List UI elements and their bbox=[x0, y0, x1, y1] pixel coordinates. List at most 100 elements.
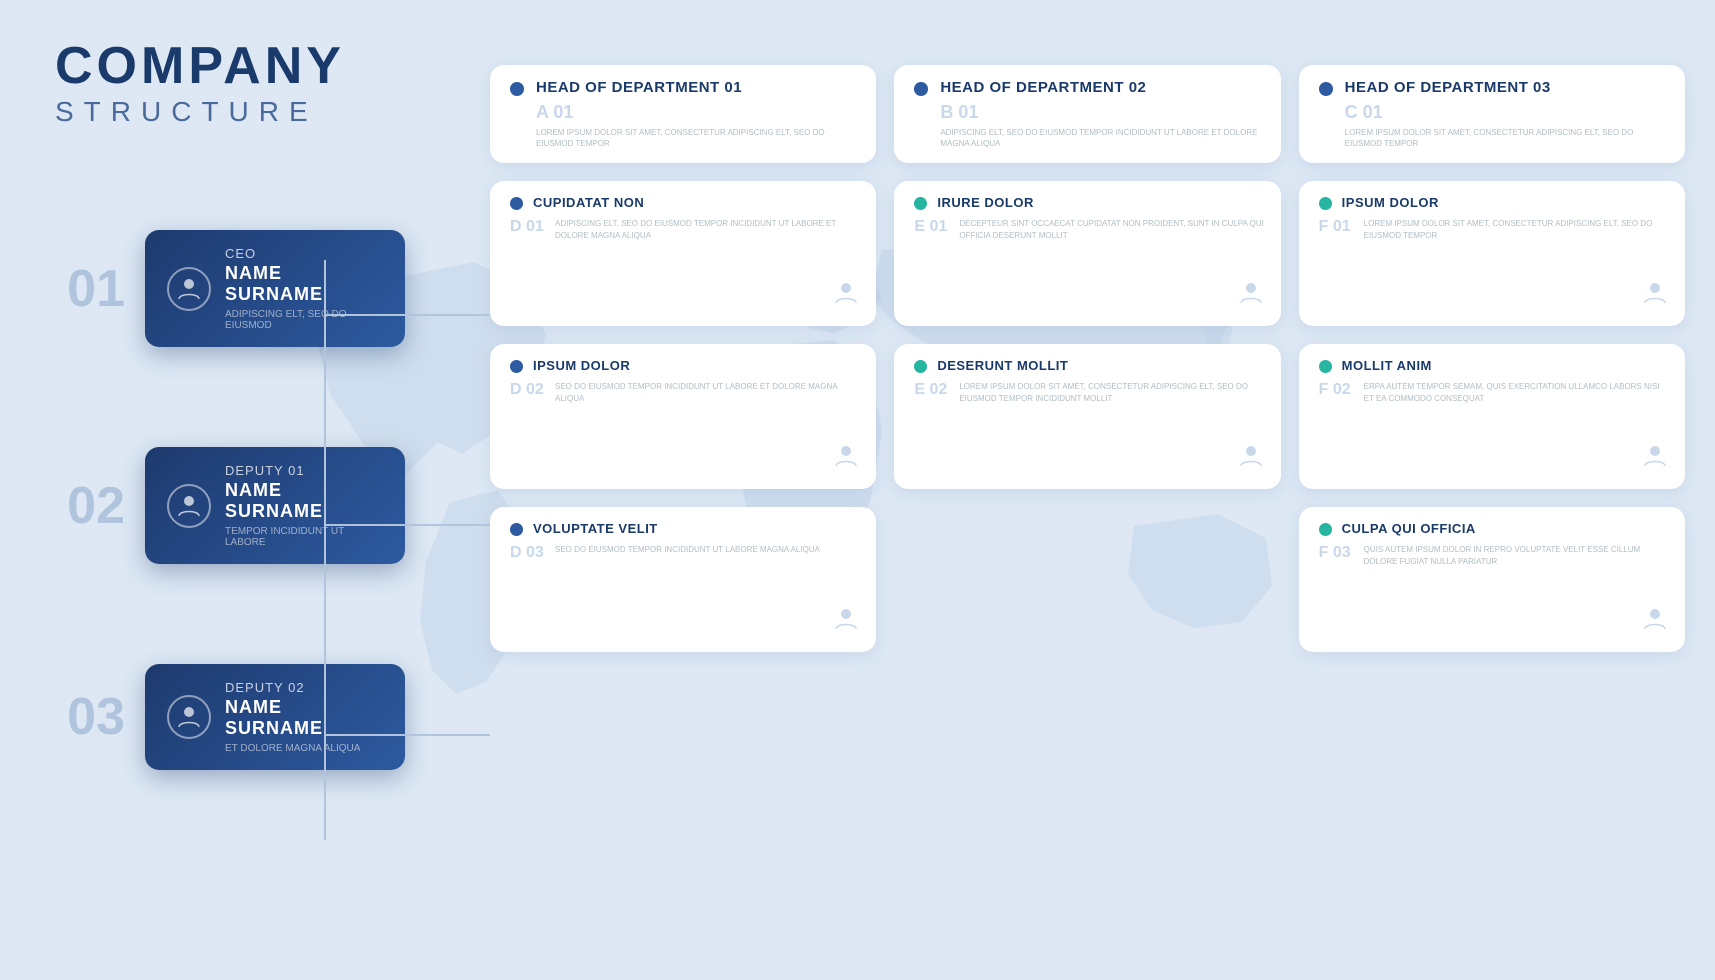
ceo-info: CEO NAME SURNAME ADIPISCING ELT, SEO DO … bbox=[225, 246, 383, 331]
level-number-03: 03 bbox=[55, 691, 125, 743]
dept-dot-03 bbox=[1319, 82, 1333, 96]
dept-header-text-03: LOREM IPSUM DOLOR SIT AMET, CONSECTETUR … bbox=[1345, 127, 1669, 149]
sub-card-code-d03: D 03 bbox=[510, 544, 545, 638]
sub-card-f01: IPSUM DOLOR F 01 LOREM IPSUM DOLOR SIT A… bbox=[1299, 181, 1685, 326]
sub-card-text-f02: ERPA AUTEM TEMPOR SEMAM, QUIS EXERCITATI… bbox=[1364, 381, 1669, 475]
dept-header-card-02: Head of Department 02 B 01 ADIPISCING EL… bbox=[894, 65, 1280, 163]
title-block: COMPANY STRUCTURE bbox=[55, 40, 345, 128]
person-card-ceo: CEO NAME SURNAME ADIPISCING ELT, SEO DO … bbox=[145, 230, 405, 347]
sub-card-code-d01: D 01 bbox=[510, 218, 545, 312]
sub-card-e01-header: IRURE DOLOR bbox=[914, 195, 1264, 210]
sub-card-body-d01: D 01 ADIPISCING ELT, SEO DO EIUSMOD TEMP… bbox=[510, 218, 860, 312]
dept-header-code-01: A 01 bbox=[536, 102, 860, 123]
sub-card-title-e01: IRURE DOLOR bbox=[937, 195, 1034, 210]
sub-card-f03: CULPA QUI OFFICIA F 03 QUIS AUTEM IPSUM … bbox=[1299, 507, 1685, 652]
level-number-02: 02 bbox=[55, 480, 125, 532]
sub-card-text-f01: LOREM IPSUM DOLOR SIT AMET, CONSECTETUR … bbox=[1364, 218, 1669, 312]
sub-card-avatar-f01 bbox=[1641, 279, 1669, 314]
deputy02-avatar bbox=[167, 695, 211, 739]
dept-header-text-02: ADIPISCING ELT, SEO DO EIUSMOD TEMPOR IN… bbox=[940, 127, 1264, 149]
sub-card-body-f03: F 03 QUIS AUTEM IPSUM DOLOR IN REPRO VOL… bbox=[1319, 544, 1669, 638]
sub-card-title-d02: IPSUM DOLOR bbox=[533, 358, 630, 373]
deputy02-name: NAME SURNAME bbox=[225, 697, 383, 739]
hierarchy-column: 01 CEO NAME SURNAME ADIPISCING ELT, SEO … bbox=[55, 230, 405, 788]
sub-card-d03: VOLUPTATE VELIT D 03 SEO DO EIUSMOD TEMP… bbox=[490, 507, 876, 652]
sub-card-body-d02: D 02 SEO DO EIUSMOD TEMPOR INCIDIDUNT UT… bbox=[510, 381, 860, 475]
sub-card-text-d03: SEO DO EIUSMOD TEMPOR INCIDIDUNT UT LABO… bbox=[555, 544, 860, 638]
deputy01-sub: TEMPOR INCIDIDUNT UT LABORE bbox=[225, 526, 383, 548]
deputy02-sub: ET DOLORE MAGNA ALIQUA bbox=[225, 743, 383, 754]
sub-card-code-d02: D 02 bbox=[510, 381, 545, 475]
sub-card-title-d01: CUPIDATAT NON bbox=[533, 195, 644, 210]
deputy01-role: Deputy 01 bbox=[225, 463, 383, 478]
title-company: COMPANY bbox=[55, 40, 345, 92]
level-block-02: 02 Deputy 01 NAME SURNAME TEMPOR INCIDID… bbox=[55, 447, 405, 564]
dept-header-code-02: B 01 bbox=[940, 102, 1264, 123]
sub-card-code-e01: E 01 bbox=[914, 218, 949, 312]
sub-card-f01-header: IPSUM DOLOR bbox=[1319, 195, 1669, 210]
sub-card-avatar-d03 bbox=[832, 605, 860, 640]
sub-card-text-d01: ADIPISCING ELT, SEO DO EIUSMOD TEMPOR IN… bbox=[555, 218, 860, 312]
sub-card-e01: IRURE DOLOR E 01 DECEPTEUR SINT OCCAECAT… bbox=[894, 181, 1280, 326]
ceo-sub: ADIPISCING ELT, SEO DO EIUSMOD bbox=[225, 309, 383, 331]
sub-card-avatar-e01 bbox=[1237, 279, 1265, 314]
sub-card-body-f01: F 01 LOREM IPSUM DOLOR SIT AMET, CONSECT… bbox=[1319, 218, 1669, 312]
sub-card-code-f03: F 03 bbox=[1319, 544, 1354, 638]
dept-header-content-02: Head of Department 02 B 01 ADIPISCING EL… bbox=[940, 79, 1264, 149]
deputy01-avatar bbox=[167, 484, 211, 528]
main-container: COMPANY STRUCTURE 01 CEO NAME SURNAME AD… bbox=[0, 0, 1715, 980]
sub-card-avatar-d02 bbox=[832, 442, 860, 477]
person-card-deputy01: Deputy 01 NAME SURNAME TEMPOR INCIDIDUNT… bbox=[145, 447, 405, 564]
sub-card-avatar-e02 bbox=[1237, 442, 1265, 477]
sub-card-body-e02: E 02 LOREM IPSUM DOLOR SIT AMET, CONSECT… bbox=[914, 381, 1264, 475]
sub-card-dot-e02 bbox=[914, 360, 927, 373]
sub-card-e03-empty bbox=[894, 507, 1280, 652]
dept-header-content-01: Head of Department 01 A 01 LOREM IPSUM D… bbox=[536, 79, 860, 149]
dept-headers-row: Head of Department 01 A 01 LOREM IPSUM D… bbox=[490, 65, 1685, 163]
sub-card-title-f02: MOLLIT ANIM bbox=[1342, 358, 1432, 373]
sub-card-code-f02: F 02 bbox=[1319, 381, 1354, 475]
sub-cards-row-2: IPSUM DOLOR D 02 SEO DO EIUSMOD TEMPOR I… bbox=[490, 344, 1685, 489]
deputy02-role: Deputy 02 bbox=[225, 680, 383, 695]
sub-card-avatar-f03 bbox=[1641, 605, 1669, 640]
sub-card-d01-header: CUPIDATAT NON bbox=[510, 195, 860, 210]
sub-card-e02: DESERUNT MOLLIT E 02 LOREM IPSUM DOLOR S… bbox=[894, 344, 1280, 489]
sub-card-text-d02: SEO DO EIUSMOD TEMPOR INCIDIDUNT UT LABO… bbox=[555, 381, 860, 475]
sub-cards-row-3: VOLUPTATE VELIT D 03 SEO DO EIUSMOD TEMP… bbox=[490, 507, 1685, 652]
sub-card-d01: CUPIDATAT NON D 01 ADIPISCING ELT, SEO D… bbox=[490, 181, 876, 326]
sub-card-code-e02: E 02 bbox=[914, 381, 949, 475]
dept-header-card-03: Head of Department 03 C 01 LOREM IPSUM D… bbox=[1299, 65, 1685, 163]
sub-card-dot-f03 bbox=[1319, 523, 1332, 536]
sub-card-dot-f02 bbox=[1319, 360, 1332, 373]
person-card-deputy02: Deputy 02 NAME SURNAME ET DOLORE MAGNA A… bbox=[145, 664, 405, 770]
sub-card-f03-header: CULPA QUI OFFICIA bbox=[1319, 521, 1669, 536]
sub-card-avatar-d01 bbox=[832, 279, 860, 314]
sub-card-e02-header: DESERUNT MOLLIT bbox=[914, 358, 1264, 373]
sub-card-title-f03: CULPA QUI OFFICIA bbox=[1342, 521, 1476, 536]
dept-header-title-03: Head of Department 03 bbox=[1345, 79, 1669, 96]
sub-card-dot-d01 bbox=[510, 197, 523, 210]
title-structure: STRUCTURE bbox=[55, 96, 345, 128]
deputy02-info: Deputy 02 NAME SURNAME ET DOLORE MAGNA A… bbox=[225, 680, 383, 754]
sub-card-d03-header: VOLUPTATE VELIT bbox=[510, 521, 860, 536]
sub-card-title-f01: IPSUM DOLOR bbox=[1342, 195, 1439, 210]
dept-header-title-01: Head of Department 01 bbox=[536, 79, 860, 96]
sub-card-title-e02: DESERUNT MOLLIT bbox=[937, 358, 1068, 373]
sub-card-dot-f01 bbox=[1319, 197, 1332, 210]
sub-card-text-f03: QUIS AUTEM IPSUM DOLOR IN REPRO VOLUPTAT… bbox=[1364, 544, 1669, 638]
sub-card-body-f02: F 02 ERPA AUTEM TEMPOR SEMAM, QUIS EXERC… bbox=[1319, 381, 1669, 475]
sub-card-body-d03: D 03 SEO DO EIUSMOD TEMPOR INCIDIDUNT UT… bbox=[510, 544, 860, 638]
sub-card-dot-d03 bbox=[510, 523, 523, 536]
sub-card-avatar-f02 bbox=[1641, 442, 1669, 477]
sub-card-dot-e01 bbox=[914, 197, 927, 210]
level-block-01: 01 CEO NAME SURNAME ADIPISCING ELT, SEO … bbox=[55, 230, 405, 347]
dept-dot-01 bbox=[510, 82, 524, 96]
dept-header-card-01: Head of Department 01 A 01 LOREM IPSUM D… bbox=[490, 65, 876, 163]
ceo-role: CEO bbox=[225, 246, 383, 261]
sub-card-text-e02: LOREM IPSUM DOLOR SIT AMET, CONSECTETUR … bbox=[959, 381, 1264, 475]
sub-card-title-d03: VOLUPTATE VELIT bbox=[533, 521, 658, 536]
right-section: Head of Department 01 A 01 LOREM IPSUM D… bbox=[490, 65, 1685, 670]
dept-header-text-01: LOREM IPSUM DOLOR SIT AMET, CONSECTETUR … bbox=[536, 127, 860, 149]
dept-header-content-03: Head of Department 03 C 01 LOREM IPSUM D… bbox=[1345, 79, 1669, 149]
deputy01-name: NAME SURNAME bbox=[225, 480, 383, 522]
